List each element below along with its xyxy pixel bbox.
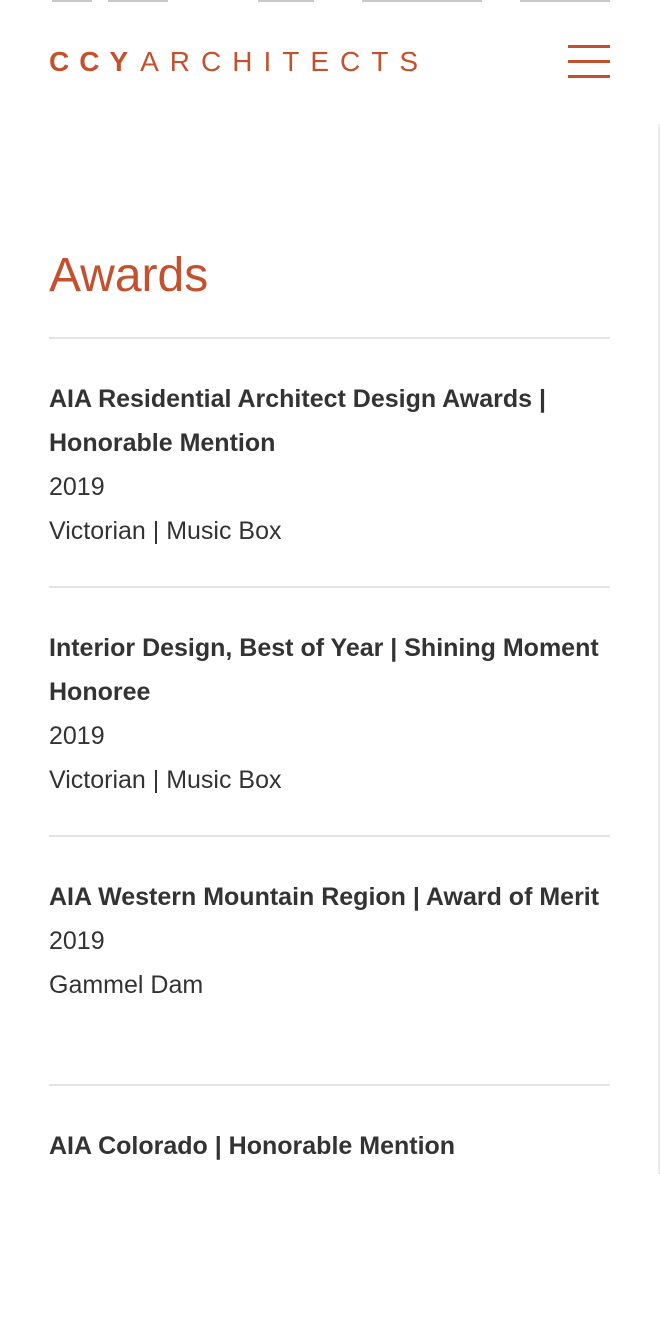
- award-item: AIA Residential Architect Design Awards …: [49, 337, 610, 586]
- page-title: Awards: [49, 249, 209, 302]
- logo-light-text: ARCHITECTS: [140, 46, 430, 77]
- ccy-architects-logo[interactable]: CCY ARCHITECTS: [49, 46, 429, 78]
- award-year: 2019: [49, 927, 105, 955]
- award-item: AIA Western Mountain Region | Award of M…: [49, 835, 610, 1084]
- awards-list: AIA Residential Architect Design Awards …: [49, 337, 610, 1333]
- award-project: Gammel Dam: [49, 971, 204, 999]
- hamburger-menu-icon[interactable]: [568, 44, 612, 80]
- award-project: Victorian | Music Box: [49, 766, 282, 794]
- site-header: CCY ARCHITECTS: [0, 0, 660, 124]
- menu-bar: [568, 75, 610, 78]
- award-year: 2019: [49, 473, 105, 501]
- award-project: Victorian | Music Box: [49, 517, 282, 545]
- award-item: AIA Colorado | Honorable Mention: [49, 1084, 610, 1333]
- award-name: AIA Residential Architect Design Awards …: [49, 385, 546, 457]
- award-name: AIA Western Mountain Region | Award of M…: [49, 883, 600, 911]
- menu-bar: [568, 60, 610, 63]
- award-year: 2019: [49, 722, 105, 750]
- logo-bold-text: CCY: [49, 46, 139, 77]
- menu-bar: [568, 45, 610, 48]
- award-item: Interior Design, Best of Year | Shining …: [49, 586, 610, 835]
- award-name: AIA Colorado | Honorable Mention: [49, 1132, 456, 1160]
- award-name: Interior Design, Best of Year | Shining …: [49, 634, 599, 706]
